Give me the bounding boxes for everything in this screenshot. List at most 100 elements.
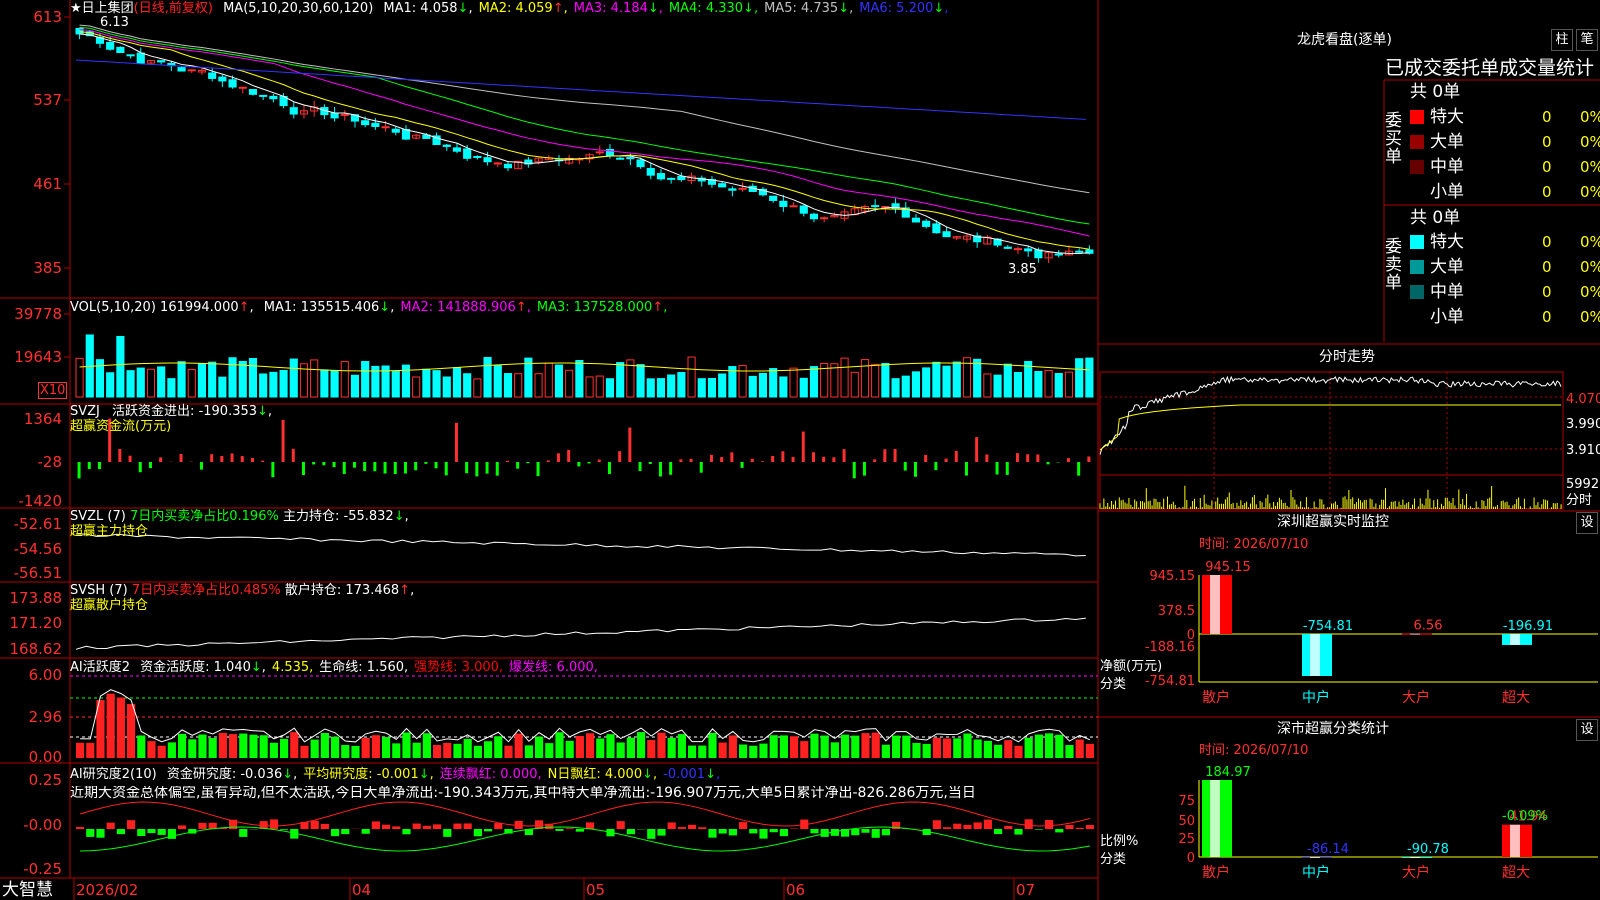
ai-active-bar bbox=[922, 743, 931, 758]
color-swatch bbox=[1410, 160, 1424, 174]
ai-research-bar bbox=[616, 821, 625, 829]
volume-bar bbox=[187, 369, 196, 398]
volume-bar bbox=[565, 369, 574, 398]
ai-active-header: AI活跃度2 资金活跃度: 1.040↓, 4.535, 生命线: 1.560, 强势… bbox=[70, 660, 598, 675]
candle-body bbox=[238, 86, 247, 89]
ai-active-bar bbox=[463, 738, 472, 758]
order-pct: 0% bbox=[1580, 258, 1600, 276]
volume-bar bbox=[554, 364, 564, 398]
date-label: 2026/02 bbox=[76, 881, 138, 899]
volume-bar bbox=[779, 376, 788, 398]
candle-body bbox=[738, 187, 747, 190]
svzl-label1: 7日内买卖净占比0.196% bbox=[129, 509, 279, 524]
ai-active-bar bbox=[1055, 734, 1064, 758]
volume-bar bbox=[1064, 371, 1074, 398]
ai-active-bar bbox=[361, 737, 370, 758]
ai-active-bar bbox=[545, 743, 554, 758]
color-swatch bbox=[1410, 310, 1424, 324]
classify-category-label: 超大 bbox=[1502, 865, 1530, 881]
period-label[interactable]: (日线,前复权) bbox=[134, 1, 213, 16]
volume-bar bbox=[616, 362, 625, 398]
ai-active-bar bbox=[290, 732, 299, 758]
sell-orders-label: 委卖单 bbox=[1385, 237, 1402, 293]
ai-research-bar bbox=[769, 829, 778, 833]
volume-bar bbox=[595, 375, 604, 398]
candle-body bbox=[269, 95, 278, 100]
ai-active-bar bbox=[912, 742, 921, 758]
ai-active-item: 强势线: 3.000, bbox=[414, 660, 504, 675]
ai-active-bar bbox=[718, 742, 727, 758]
volume-bar bbox=[259, 373, 268, 398]
ai-research-bar bbox=[402, 829, 411, 835]
high-price-mark: 6.13 bbox=[100, 15, 129, 30]
candle-body bbox=[391, 128, 400, 133]
ai-research-bar bbox=[657, 829, 666, 836]
ai-research-bar bbox=[983, 819, 992, 829]
intraday-vol-label: 5992 bbox=[1566, 477, 1599, 492]
order-pct: 0% bbox=[1580, 158, 1600, 176]
main-chart-canvas[interactable]: 613 537 461 385 39778 19643 1364 -28 -1420 -52.61… bbox=[0, 0, 1600, 900]
ai-active-bar bbox=[739, 744, 748, 758]
volume-bar bbox=[646, 378, 655, 398]
intraday-price-line bbox=[1099, 375, 1562, 455]
monitor-settings-button[interactable]: 设 bbox=[1576, 512, 1598, 534]
volume-bar bbox=[269, 371, 278, 398]
ai-research-bar bbox=[453, 823, 462, 829]
ai-active-bar bbox=[473, 745, 482, 758]
monitor-bar-label: 945.15 bbox=[1205, 560, 1251, 575]
ai-research-bar bbox=[116, 829, 125, 835]
svzl-tick-label: -54.56 bbox=[14, 540, 62, 558]
svsh-title: SVSH (7) bbox=[70, 583, 128, 598]
ai-active-bar bbox=[606, 734, 615, 758]
order-type-label: 大单 bbox=[1430, 257, 1464, 277]
monitor-category-label: 超大 bbox=[1502, 690, 1530, 706]
candle-body bbox=[228, 79, 237, 88]
bar-mode-button[interactable]: 柱 bbox=[1551, 29, 1573, 51]
volume-bar bbox=[891, 378, 900, 398]
ai-research-bar bbox=[708, 829, 717, 838]
ai-active-bar bbox=[433, 745, 442, 758]
ai-research-bar bbox=[371, 821, 380, 829]
candle-body bbox=[289, 107, 298, 115]
order-pct: 0% bbox=[1580, 108, 1600, 126]
ai-active-bar bbox=[851, 735, 860, 758]
monitor-category-label: 大户 bbox=[1402, 689, 1430, 706]
svzj-value: -190.353 bbox=[198, 404, 258, 419]
volume-bar bbox=[391, 370, 400, 398]
ai-active-bar bbox=[514, 733, 523, 758]
classify-tick-label: 25 bbox=[1178, 832, 1195, 847]
ai-active-bar bbox=[239, 733, 248, 758]
volume-bar bbox=[432, 370, 441, 398]
classify-settings-button[interactable]: 设 bbox=[1576, 719, 1598, 741]
svsh-line bbox=[75, 617, 1086, 650]
volume-bar bbox=[442, 376, 451, 398]
ai-research-bar bbox=[861, 829, 870, 833]
volume-bar bbox=[758, 372, 768, 398]
monitor-bar-highlight bbox=[1310, 634, 1320, 676]
ai-active-tick-label: 0.00 bbox=[29, 748, 62, 766]
volume-bar bbox=[514, 373, 523, 398]
monitor-category-label: 中户 bbox=[1302, 689, 1330, 706]
svzj-tick-label: -1420 bbox=[18, 492, 62, 510]
candle-body bbox=[116, 46, 125, 54]
ai-research-bar bbox=[137, 829, 146, 836]
candle-body bbox=[595, 151, 604, 154]
ai-active-bar bbox=[382, 737, 391, 758]
volume-bar bbox=[881, 363, 890, 398]
volume-bar bbox=[208, 361, 217, 398]
classify-bar-highlight bbox=[1210, 780, 1220, 857]
volume-bar bbox=[1054, 373, 1063, 398]
ai-active-bar bbox=[892, 735, 901, 758]
ai-active-bar bbox=[902, 735, 911, 758]
candle-body bbox=[371, 122, 380, 128]
ai-active-bar bbox=[769, 735, 778, 758]
ai-active-values: 资金活跃度: 1.040↓, 4.535, 生命线: 1.560, 强势线: 3.00… bbox=[134, 660, 598, 675]
candle-body bbox=[483, 157, 492, 163]
pen-mode-button[interactable]: 笔 bbox=[1576, 29, 1598, 51]
ai-active-bar bbox=[626, 737, 635, 758]
star-icon[interactable]: ★ bbox=[70, 1, 82, 16]
volume-bar bbox=[1013, 371, 1023, 398]
intraday-vol-unit: 分时 bbox=[1566, 493, 1592, 508]
price-tick-label: 613 bbox=[33, 8, 62, 26]
volume-bar bbox=[167, 378, 176, 398]
